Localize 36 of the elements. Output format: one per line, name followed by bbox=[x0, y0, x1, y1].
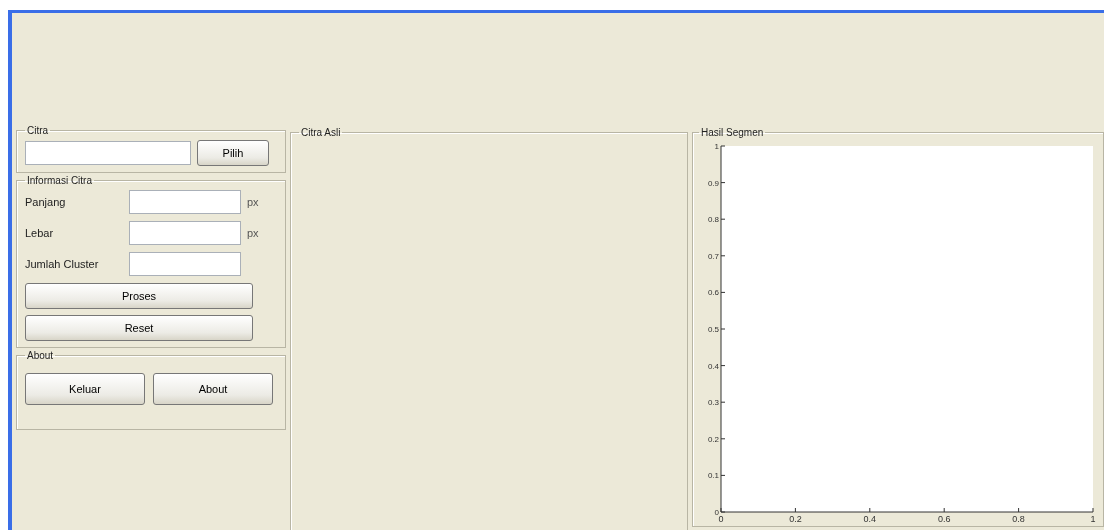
y-tick-label: 0.5 bbox=[707, 325, 719, 334]
unit-label: px bbox=[246, 196, 260, 208]
field-label: Panjang bbox=[25, 196, 67, 208]
pilih-button[interactable]: Pilih bbox=[197, 140, 269, 166]
y-tick-label: 0 bbox=[714, 508, 719, 517]
y-tick-label: 0.1 bbox=[707, 471, 719, 481]
x-tick-label: 0 bbox=[718, 514, 724, 524]
panel-title: Hasil Segmen bbox=[700, 127, 765, 138]
group-title: About bbox=[26, 350, 55, 361]
y-tick-label: 0.4 bbox=[707, 361, 719, 371]
field-label: Jumlah Cluster bbox=[25, 258, 100, 270]
y-tick-label: 0.9 bbox=[707, 178, 719, 188]
x-tick-label: 0.4 bbox=[863, 514, 877, 524]
y-tick-label: 0.8 bbox=[707, 215, 719, 225]
y-tick-label: 0.6 bbox=[707, 288, 719, 298]
y-tick-label: 0.2 bbox=[707, 434, 719, 444]
action-button[interactable]: Reset bbox=[25, 315, 253, 341]
action-button[interactable]: Keluar bbox=[25, 373, 145, 405]
input-field[interactable] bbox=[129, 190, 241, 214]
y-tick-label: 1 bbox=[714, 142, 719, 151]
x-tick-label: 0.6 bbox=[937, 514, 951, 524]
group-title: Citra bbox=[26, 125, 50, 136]
x-tick-label: 0.2 bbox=[789, 514, 802, 524]
panel-title: Citra Asli bbox=[300, 127, 342, 138]
group-title: Informasi Citra bbox=[26, 175, 93, 186]
file-field[interactable] bbox=[25, 141, 191, 165]
y-tick-label: 0.3 bbox=[707, 398, 719, 408]
x-tick-label: 1 bbox=[1090, 514, 1096, 524]
x-tick-label: 0.8 bbox=[1012, 514, 1025, 524]
y-tick-label: 0.7 bbox=[707, 251, 719, 261]
field-label: Lebar bbox=[25, 227, 55, 239]
input-field[interactable] bbox=[129, 221, 241, 245]
action-button[interactable]: Proses bbox=[25, 283, 253, 309]
action-button[interactable]: About bbox=[153, 373, 273, 405]
unit-label: px bbox=[246, 227, 260, 239]
input-field[interactable] bbox=[129, 252, 241, 276]
